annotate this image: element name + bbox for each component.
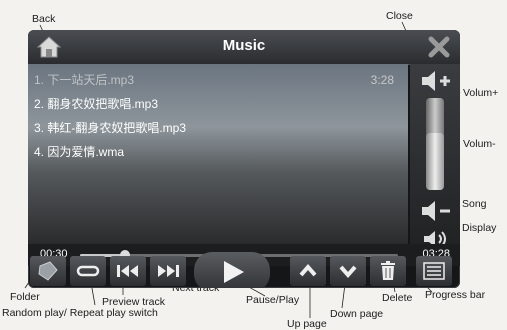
list-item[interactable]: 1. 下一站天后.mp3 3:28 xyxy=(34,70,406,90)
playlist: 1. 下一站天后.mp3 3:28 2. 翻身农奴把歌唱.mp3 3. 韩红-翻… xyxy=(28,64,408,244)
callout-volume-up: Volum+ xyxy=(463,87,499,99)
page-up-button[interactable] xyxy=(290,256,326,286)
transport-controls xyxy=(28,252,460,288)
title-bar: Music xyxy=(28,30,460,65)
track-title: 2. 翻身农奴把歌唱.mp3 xyxy=(34,97,159,111)
repeat-button[interactable] xyxy=(70,256,106,286)
callout-progress-bar: Progress bar xyxy=(425,289,486,301)
callout-display: Display xyxy=(462,222,497,234)
page-down-button[interactable] xyxy=(330,256,366,286)
list-item[interactable]: 2. 翻身农奴把歌唱.mp3 xyxy=(34,94,406,114)
list-item[interactable]: 4. 因为爱情.wma xyxy=(34,142,406,162)
list-item[interactable]: 3. 韩红-翻身农奴把歌唱.mp3 xyxy=(34,118,406,138)
play-pause-button[interactable] xyxy=(194,252,270,288)
play-icon xyxy=(224,261,244,283)
track-title: 1. 下一站天后.mp3 xyxy=(34,73,135,87)
callout-random-repeat: Random play/ Repeat play switch xyxy=(2,307,158,319)
progress-bar-toggle-button[interactable] xyxy=(416,256,452,286)
volume-down-button[interactable] xyxy=(418,198,452,224)
callout-up-page: Up page xyxy=(287,318,327,330)
previous-track-button[interactable] xyxy=(110,256,146,286)
callout-song: Song xyxy=(462,198,487,210)
callout-close: Close xyxy=(386,10,413,22)
folder-icon xyxy=(38,261,58,281)
callout-down-page: Down page xyxy=(330,308,384,320)
track-duration: 3:28 xyxy=(370,73,394,87)
callout-delete: Delete xyxy=(382,292,413,304)
callout-pause-play: Pause/Play xyxy=(246,294,300,306)
delete-button[interactable] xyxy=(370,256,406,286)
close-button[interactable] xyxy=(428,36,450,58)
callout-volume-down: Volum- xyxy=(463,138,496,150)
volume-panel xyxy=(410,64,460,254)
callout-back: Back xyxy=(32,13,56,25)
volume-down-icon xyxy=(422,201,450,221)
next-track-button[interactable] xyxy=(150,256,186,286)
chevron-down-icon xyxy=(339,265,357,279)
track-title: 4. 因为爱情.wma xyxy=(34,145,125,159)
volume-slider-fill xyxy=(426,132,444,190)
close-icon xyxy=(428,36,450,58)
callout-preview-track: Preview track xyxy=(102,296,166,308)
folder-button[interactable] xyxy=(30,256,66,286)
page-title: Music xyxy=(222,37,266,54)
volume-up-button[interactable] xyxy=(418,68,452,94)
trash-icon xyxy=(381,261,395,280)
music-player-screen: Music 1. 下一站天后.mp3 3:28 2. 翻身农奴把歌唱.mp3 3… xyxy=(28,30,460,288)
callout-folder: Folder xyxy=(10,291,40,303)
track-title: 3. 韩红-翻身农奴把歌唱.mp3 xyxy=(34,121,187,135)
volume-up-icon xyxy=(422,71,450,91)
volume-slider[interactable] xyxy=(426,98,444,190)
chevron-up-icon xyxy=(299,263,317,277)
previous-track-icon xyxy=(117,265,138,277)
list-icon xyxy=(423,262,445,280)
repeat-icon xyxy=(76,265,100,277)
next-track-icon xyxy=(158,265,179,277)
